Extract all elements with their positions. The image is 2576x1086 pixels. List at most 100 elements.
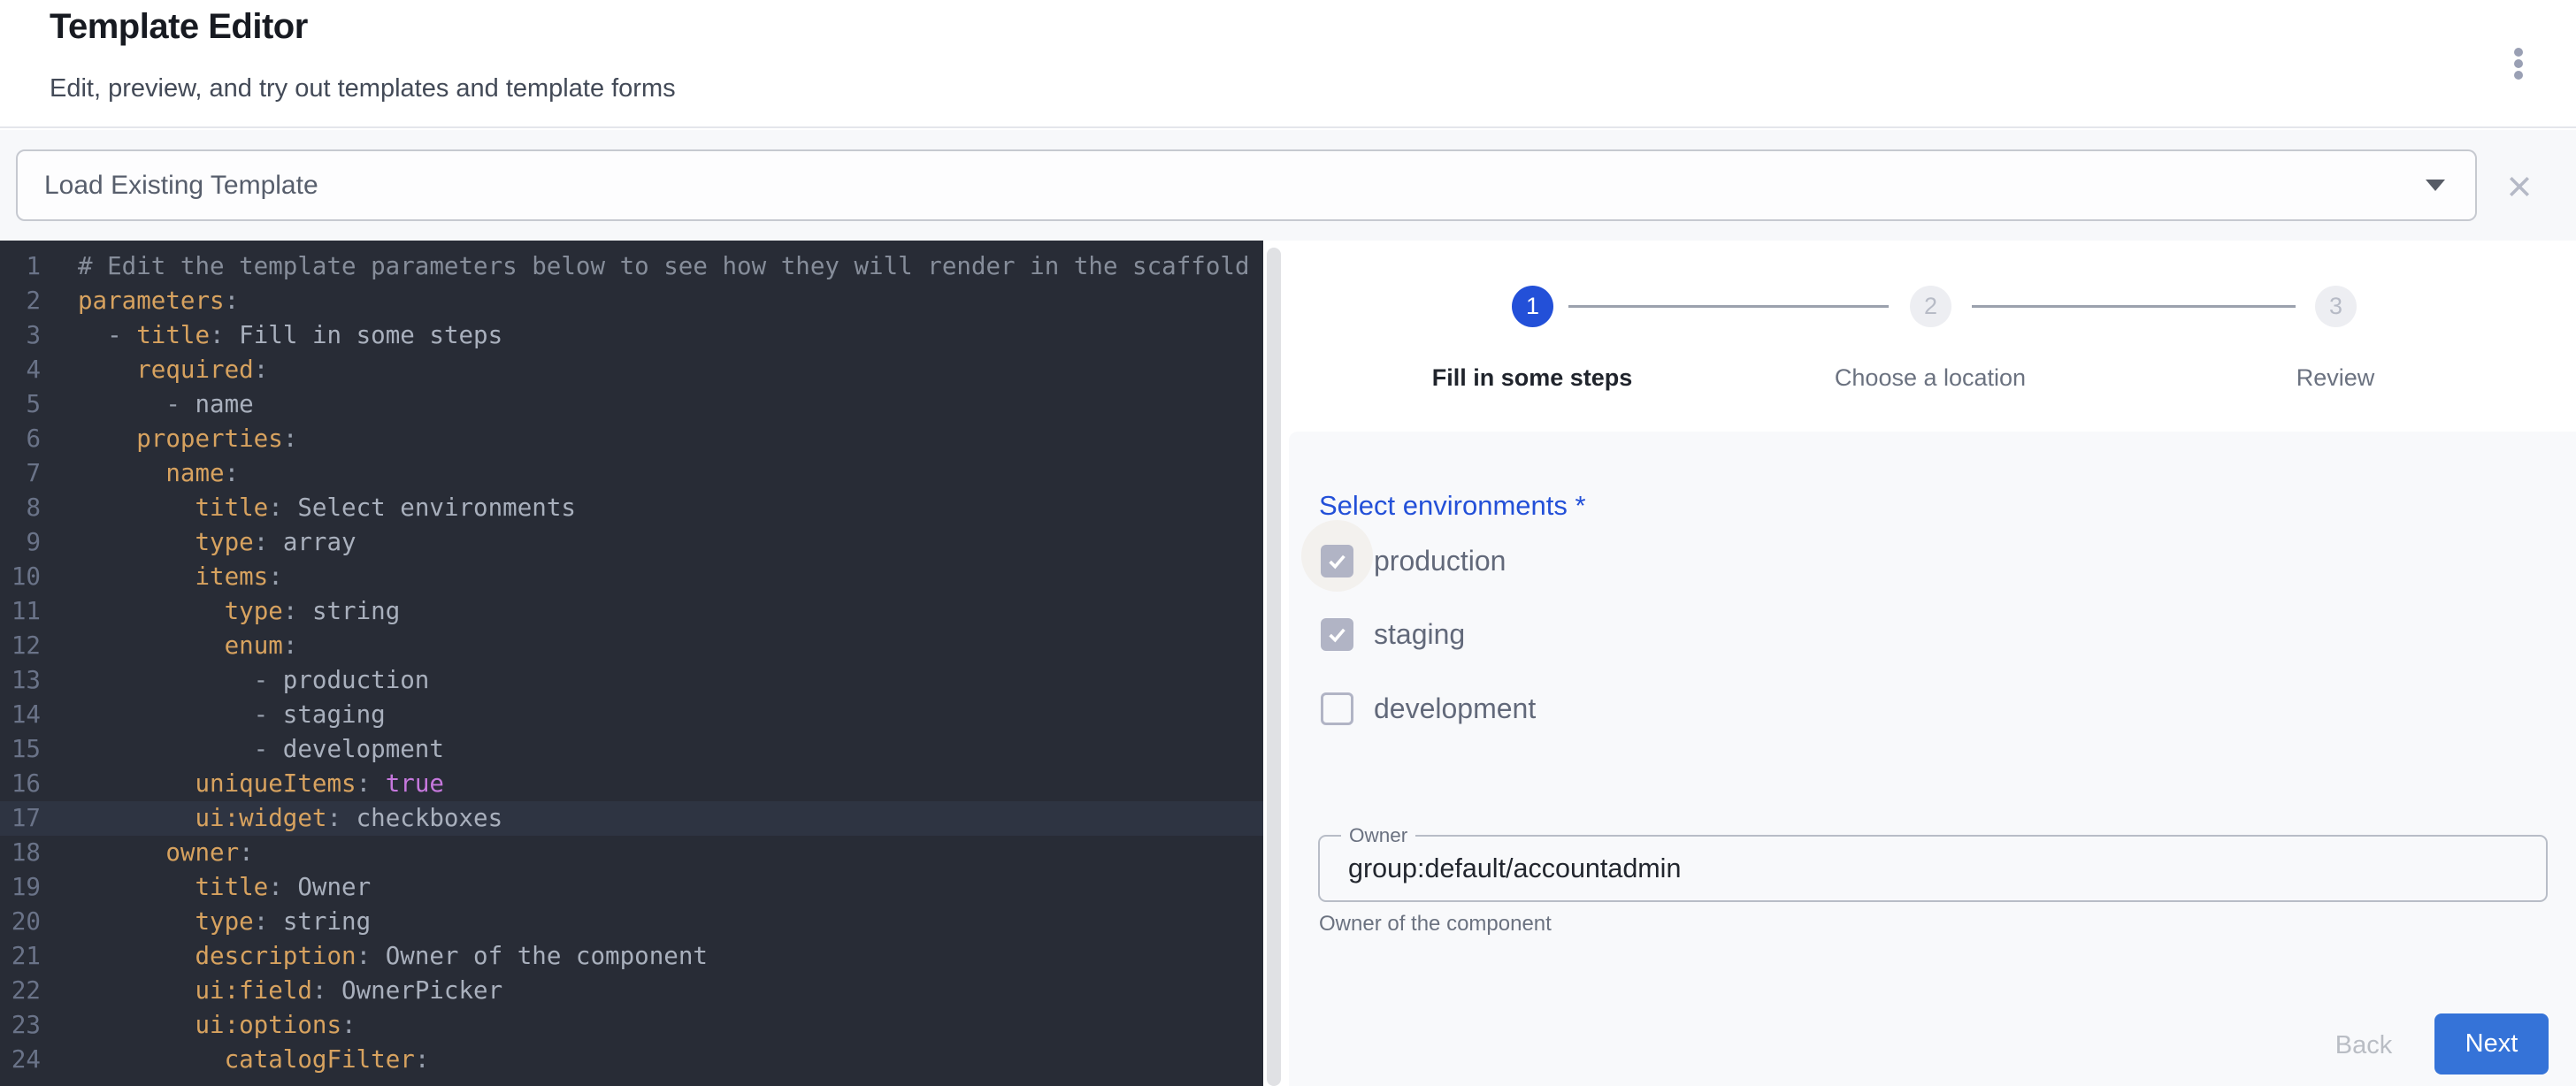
more-options-button[interactable] <box>2490 35 2547 92</box>
code-line[interactable]: 7 name: <box>0 456 1263 491</box>
back-button[interactable]: Back <box>2311 1021 2417 1070</box>
owner-input-label: Owner <box>1341 824 1415 847</box>
load-template-select-value: Load Existing Template <box>44 171 2426 201</box>
close-icon <box>2503 171 2535 203</box>
step-3-indicator[interactable]: 3 <box>2315 286 2357 327</box>
template-preview-panel: 1 2 3 Fill in some steps Choose a locati… <box>1289 241 2576 1086</box>
line-number: 16 <box>0 767 41 801</box>
code-line[interactable]: 15 - development <box>0 732 1263 767</box>
code-lines: 1 # Edit the template parameters below to… <box>0 249 1263 1077</box>
line-number: 20 <box>0 905 41 939</box>
line-number: 7 <box>0 456 41 491</box>
kebab-menu-icon <box>2514 47 2523 81</box>
code-line[interactable]: 6 properties: <box>0 422 1263 456</box>
code-line[interactable]: 23 ui:options: <box>0 1008 1263 1043</box>
checkbox-row-production[interactable]: production <box>1321 539 1506 582</box>
code-line[interactable]: 14 - staging <box>0 698 1263 732</box>
owner-input-value: group:default/accountadmin <box>1348 853 1681 884</box>
step-2-indicator[interactable]: 2 <box>1910 286 1951 327</box>
checkbox-label: production <box>1374 545 1506 577</box>
code-line[interactable]: 8 title: Select environments <box>0 491 1263 525</box>
stepper-connector <box>1972 305 2296 308</box>
page-title: Template Editor <box>50 7 308 47</box>
checkbox-label: development <box>1374 692 1536 725</box>
divider-handle[interactable] <box>1267 248 1281 1086</box>
code-text: items: <box>78 560 283 594</box>
line-number: 21 <box>0 939 41 974</box>
code-line[interactable]: 3 - title: Fill in some steps <box>0 318 1263 353</box>
line-number: 24 <box>0 1043 41 1077</box>
code-text: required: <box>78 353 268 387</box>
line-number: 18 <box>0 836 41 870</box>
load-template-select[interactable]: Load Existing Template <box>16 149 2477 221</box>
line-number: 1 <box>0 249 41 284</box>
template-editor-page: Template Editor Edit, preview, and try o… <box>0 0 2576 1086</box>
line-number: 13 <box>0 663 41 698</box>
load-template-bar: Load Existing Template <box>0 130 2576 241</box>
step-1-indicator[interactable]: 1 <box>1512 286 1553 327</box>
code-text: type: string <box>78 905 371 939</box>
code-line[interactable]: 5 - name <box>0 387 1263 422</box>
line-number: 6 <box>0 422 41 456</box>
page-header: Template Editor Edit, preview, and try o… <box>0 0 2576 128</box>
line-number: 4 <box>0 353 41 387</box>
code-line[interactable]: 24 catalogFilter: <box>0 1043 1263 1077</box>
owner-input[interactable]: Owner group:default/accountadmin <box>1318 835 2548 902</box>
line-number: 19 <box>0 870 41 905</box>
checkbox-row-staging[interactable]: staging <box>1321 613 1465 655</box>
line-number: 8 <box>0 491 41 525</box>
code-text: ui:widget: checkboxes <box>78 801 502 836</box>
checkbox-row-development[interactable]: development <box>1321 687 1536 730</box>
line-number: 17 <box>0 801 41 836</box>
form-card: Select environments * production <box>1289 432 2576 1086</box>
code-text: properties: <box>78 422 297 456</box>
code-text: parameters: <box>78 284 239 318</box>
step-2-label: Choose a location <box>1780 364 2081 392</box>
line-number: 23 <box>0 1008 41 1043</box>
close-button[interactable] <box>2495 162 2544 211</box>
next-button[interactable]: Next <box>2434 1013 2549 1075</box>
environments-group-label: Select environments * <box>1319 490 1586 522</box>
line-number: 9 <box>0 525 41 560</box>
code-line[interactable]: 18 owner: <box>0 836 1263 870</box>
check-icon <box>1325 623 1349 646</box>
code-line[interactable]: 1 # Edit the template parameters below to… <box>0 249 1263 284</box>
checkbox-development[interactable] <box>1321 692 1353 725</box>
code-text: type: array <box>78 525 356 560</box>
code-line[interactable]: 10 items: <box>0 560 1263 594</box>
code-line[interactable]: 16 uniqueItems: true <box>0 767 1263 801</box>
page-subtitle: Edit, preview, and try out templates and… <box>50 74 676 103</box>
code-line[interactable]: 22 ui:field: OwnerPicker <box>0 974 1263 1008</box>
code-text: - name <box>78 387 254 422</box>
code-editor[interactable]: 1 # Edit the template parameters below to… <box>0 241 1263 1086</box>
line-number: 2 <box>0 284 41 318</box>
code-line[interactable]: 17 ui:widget: checkboxes <box>0 801 1263 836</box>
checkbox-staging[interactable] <box>1321 618 1353 651</box>
code-line[interactable]: 9 type: array <box>0 525 1263 560</box>
checkbox-production[interactable] <box>1321 545 1353 577</box>
code-line[interactable]: 13 - production <box>0 663 1263 698</box>
code-text: ui:options: <box>78 1008 356 1043</box>
code-line[interactable]: 19 title: Owner <box>0 870 1263 905</box>
step-1-label: Fill in some steps <box>1382 364 1683 392</box>
stepper-connector <box>1568 305 1889 308</box>
code-text: uniqueItems: true <box>78 767 444 801</box>
code-line[interactable]: 11 type: string <box>0 594 1263 629</box>
code-text: ui:field: OwnerPicker <box>78 974 502 1008</box>
owner-helper-text: Owner of the component <box>1319 912 1552 937</box>
code-line[interactable]: 21 description: Owner of the component <box>0 939 1263 974</box>
code-text: title: Owner <box>78 870 371 905</box>
code-text: - production <box>78 663 429 698</box>
line-number: 10 <box>0 560 41 594</box>
code-text: enum: <box>78 629 297 663</box>
checkbox-label: staging <box>1374 618 1465 651</box>
code-text: type: string <box>78 594 400 629</box>
line-number: 12 <box>0 629 41 663</box>
line-number: 15 <box>0 732 41 767</box>
code-text: name: <box>78 456 239 491</box>
code-text: # Edit the template parameters below to … <box>78 249 1250 284</box>
code-line[interactable]: 20 type: string <box>0 905 1263 939</box>
code-line[interactable]: 2 parameters: <box>0 284 1263 318</box>
code-line[interactable]: 4 required: <box>0 353 1263 387</box>
code-line[interactable]: 12 enum: <box>0 629 1263 663</box>
